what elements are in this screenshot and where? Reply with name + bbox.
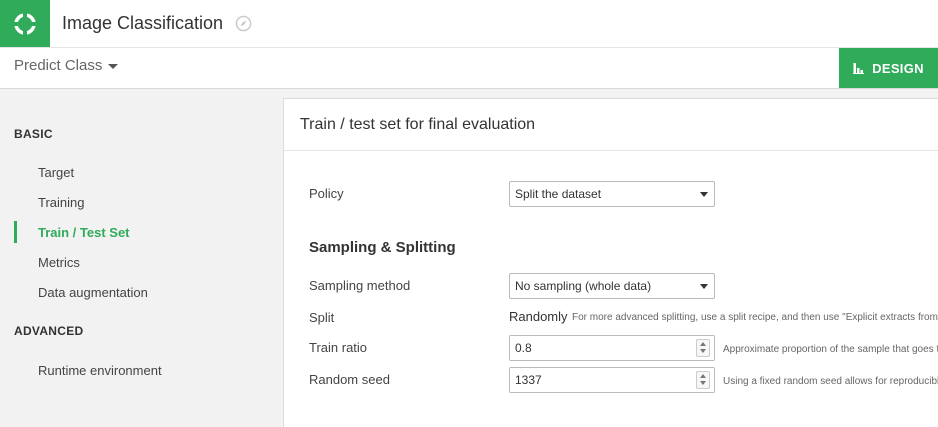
sidebar-item-label: Metrics (38, 254, 80, 270)
design-button[interactable]: DESIGN (839, 48, 938, 88)
sidebar-item-runtime-environment[interactable]: Runtime environment (14, 359, 282, 381)
card-title: Train / test set for final evaluation (300, 116, 536, 133)
random-seed-hint: Using a fixed random seed allows for rep… (723, 376, 938, 387)
policy-label: Policy (309, 186, 344, 201)
sidebar-item-data-augmentation[interactable]: Data augmentation (14, 281, 282, 303)
sampling-splitting-heading: Sampling & Splitting (309, 239, 456, 256)
chevron-down-icon (108, 64, 119, 69)
random-seed-value: 1337 (515, 373, 542, 387)
sidebar-item-label: Target (38, 164, 75, 180)
split-value: Randomly (509, 309, 568, 324)
train-ratio-stepper[interactable] (696, 339, 710, 357)
app-logo[interactable] (0, 0, 50, 47)
sidebar-item-metrics[interactable]: Metrics (14, 251, 282, 273)
decrement-icon[interactable] (697, 348, 709, 356)
flask-icon (853, 63, 865, 74)
random-seed-input[interactable]: 1337 (509, 367, 715, 393)
random-seed-stepper[interactable] (696, 371, 710, 389)
sampling-method-label: Sampling method (309, 278, 411, 293)
sampling-method-select[interactable]: No sampling (whole data) (509, 273, 715, 299)
train-ratio-value: 0.8 (515, 341, 532, 355)
divider (284, 150, 938, 151)
advanced-section-heading: ADVANCED (14, 324, 84, 338)
split-hint: For more advanced splitting, use a split… (572, 312, 938, 323)
predict-class-dropdown[interactable]: Predict Class (14, 57, 119, 74)
sidebar-item-label: Training (38, 194, 85, 210)
increment-icon[interactable] (697, 340, 709, 348)
split-label: Split (309, 310, 335, 325)
basic-section-heading: BASIC (14, 127, 53, 141)
dropdown-arrow-icon (700, 284, 708, 289)
top-header: Image Classification (0, 0, 938, 48)
sidebar-item-train-test-set[interactable]: Train / Test Set (14, 221, 282, 243)
policy-select[interactable]: Split the dataset (509, 181, 715, 207)
decrement-icon[interactable] (697, 380, 709, 388)
sidebar-item-label: Train / Test Set (38, 224, 130, 240)
sidebar-item-label: Runtime environment (38, 362, 162, 378)
predict-class-label: Predict Class (14, 57, 103, 74)
train-ratio-hint: Approximate proportion of the sample tha… (723, 344, 938, 355)
sidebar-item-training[interactable]: Training (14, 191, 282, 213)
settings-card: Train / test set for final evaluation Po… (283, 98, 938, 427)
main-panel: Train / test set for final evaluation Po… (282, 89, 938, 427)
dropdown-arrow-icon (700, 192, 708, 197)
sampling-method-value: No sampling (whole data) (515, 279, 652, 293)
page-title: Image Classification (62, 13, 224, 33)
model-toolbar: Predict Class DESIGN (0, 48, 938, 89)
sidebar-item-target[interactable]: Target (14, 161, 282, 183)
compass-icon[interactable] (235, 15, 252, 32)
train-ratio-label: Train ratio (309, 340, 368, 355)
random-seed-label: Random seed (309, 372, 390, 387)
increment-icon[interactable] (697, 372, 709, 380)
sidebar-item-label: Data augmentation (38, 284, 148, 300)
train-ratio-input[interactable]: 0.8 (509, 335, 715, 361)
design-button-label: DESIGN (872, 60, 924, 76)
settings-sidebar: BASIC Target Training Train / Test Set M… (0, 89, 282, 427)
dataiku-logo-icon (13, 11, 37, 36)
policy-select-value: Split the dataset (515, 187, 602, 201)
